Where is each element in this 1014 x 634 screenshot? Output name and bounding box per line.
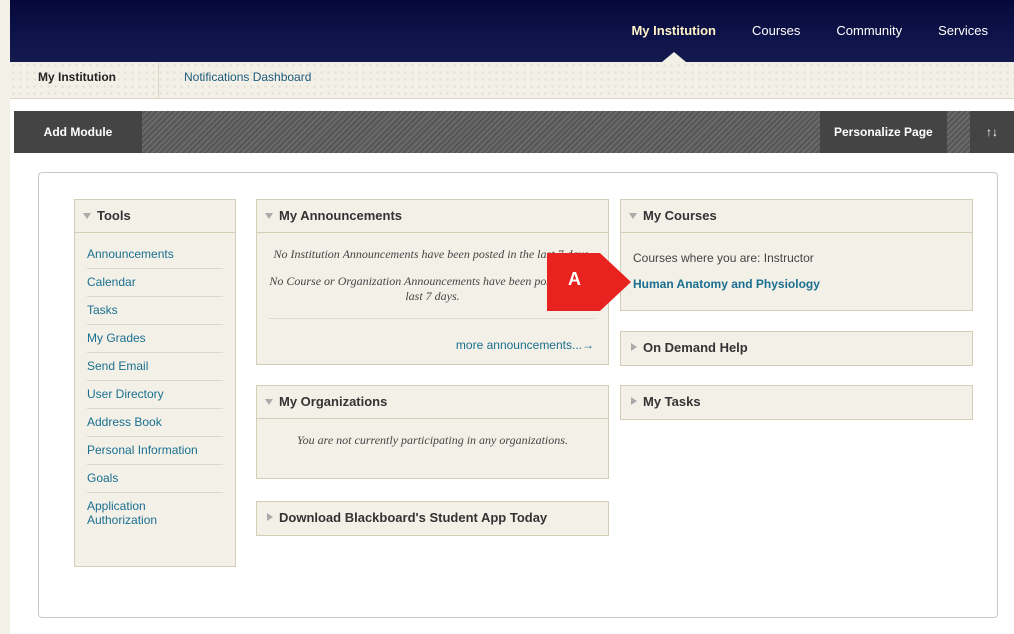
tools-module: Tools Announcements Calendar Tasks My Gr…	[74, 199, 236, 567]
subtab-notifications-dashboard[interactable]: Notifications Dashboard	[184, 70, 311, 84]
modules-container: Tools Announcements Calendar Tasks My Gr…	[38, 172, 998, 618]
top-nav: My Institution Courses Community Service…	[631, 23, 1014, 62]
add-module-button[interactable]: Add Module	[14, 111, 142, 153]
subtab-divider	[158, 62, 159, 98]
organizations-module: My Organizations You are not currently p…	[256, 385, 609, 479]
expand-triangle-icon	[267, 513, 273, 521]
tools-link-user-directory[interactable]: User Directory	[87, 387, 164, 401]
personalize-page-button[interactable]: Personalize Page	[820, 111, 947, 153]
active-tab-caret-icon	[661, 52, 686, 62]
on-demand-help-module-header[interactable]: On Demand Help	[621, 332, 972, 364]
topnav-my-institution-label: My Institution	[631, 23, 716, 38]
collapse-triangle-icon	[265, 213, 273, 219]
tools-link-tasks[interactable]: Tasks	[87, 303, 118, 317]
tools-item: Announcements	[87, 241, 223, 269]
my-tasks-module: My Tasks	[620, 385, 973, 420]
tools-item: Send Email	[87, 353, 223, 381]
tools-item: My Grades	[87, 325, 223, 353]
tools-item: Address Book	[87, 409, 223, 437]
page-toolbar: Add Module Personalize Page ↑↓	[14, 111, 1014, 153]
tools-link-send-email[interactable]: Send Email	[87, 359, 148, 373]
my-tasks-module-header[interactable]: My Tasks	[621, 386, 972, 418]
topnav-courses[interactable]: Courses	[752, 23, 800, 38]
download-app-module-title: Download Blackboard's Student App Today	[279, 510, 548, 525]
tools-module-header[interactable]: Tools	[75, 200, 235, 233]
collapse-triangle-icon	[629, 213, 637, 219]
expand-triangle-icon	[631, 343, 637, 351]
organizations-module-title: My Organizations	[279, 394, 388, 409]
organizations-module-header[interactable]: My Organizations	[257, 386, 608, 419]
tools-item: Personal Information	[87, 437, 223, 465]
download-app-module: Download Blackboard's Student App Today	[256, 501, 609, 536]
tools-link-personal-information[interactable]: Personal Information	[87, 443, 198, 457]
sub-tab-bar: My Institution Notifications Dashboard	[10, 62, 1014, 99]
course-link-human-anatomy[interactable]: Human Anatomy and Physiology	[621, 265, 972, 291]
collapse-triangle-icon	[83, 213, 91, 219]
collapse-triangle-icon	[265, 399, 273, 405]
annotation-marker-label: A	[568, 269, 581, 289]
tools-link-goals[interactable]: Goals	[87, 471, 118, 485]
courses-role-subtitle: Courses where you are: Instructor	[633, 251, 814, 265]
on-demand-help-module: On Demand Help	[620, 331, 973, 366]
tools-item: Tasks	[87, 297, 223, 325]
on-demand-help-module-title: On Demand Help	[643, 340, 748, 355]
tools-link-address-book[interactable]: Address Book	[87, 415, 162, 429]
tools-link-calendar[interactable]: Calendar	[87, 275, 136, 289]
organizations-message: You are not currently participating in a…	[297, 433, 568, 447]
announcements-module-title: My Announcements	[279, 208, 403, 223]
top-navigation-bar: My Institution Courses Community Service…	[10, 0, 1014, 62]
tools-link-announcements[interactable]: Announcements	[87, 247, 174, 261]
my-courses-module-title: My Courses	[643, 208, 717, 223]
tools-item: User Directory	[87, 381, 223, 409]
tools-link-my-grades[interactable]: My Grades	[87, 331, 146, 345]
reorder-modules-icon[interactable]: ↑↓	[970, 111, 1014, 153]
topnav-community[interactable]: Community	[836, 23, 902, 38]
my-courses-module: My Courses Courses where you are: Instru…	[620, 199, 973, 311]
my-tasks-module-title: My Tasks	[643, 394, 701, 409]
tools-module-title: Tools	[97, 208, 131, 223]
tools-link-application-authorization[interactable]: Application Authorization	[87, 499, 167, 527]
announcements-module-header[interactable]: My Announcements	[257, 200, 608, 233]
download-app-module-header[interactable]: Download Blackboard's Student App Today	[257, 502, 608, 534]
tools-item: Goals	[87, 465, 223, 493]
page-left-edge	[0, 0, 10, 634]
subtab-my-institution[interactable]: My Institution	[38, 70, 116, 84]
expand-triangle-icon	[631, 397, 637, 405]
tools-list: Announcements Calendar Tasks My Grades S…	[75, 233, 235, 534]
more-announcements-link[interactable]: more announcements...→	[456, 338, 594, 352]
my-courses-module-header[interactable]: My Courses	[621, 200, 972, 233]
topnav-my-institution[interactable]: My Institution	[631, 23, 716, 62]
tools-item: Application Authorization	[87, 493, 223, 534]
topnav-services[interactable]: Services	[938, 23, 988, 38]
announcements-divider	[269, 318, 596, 319]
tools-item: Calendar	[87, 269, 223, 297]
